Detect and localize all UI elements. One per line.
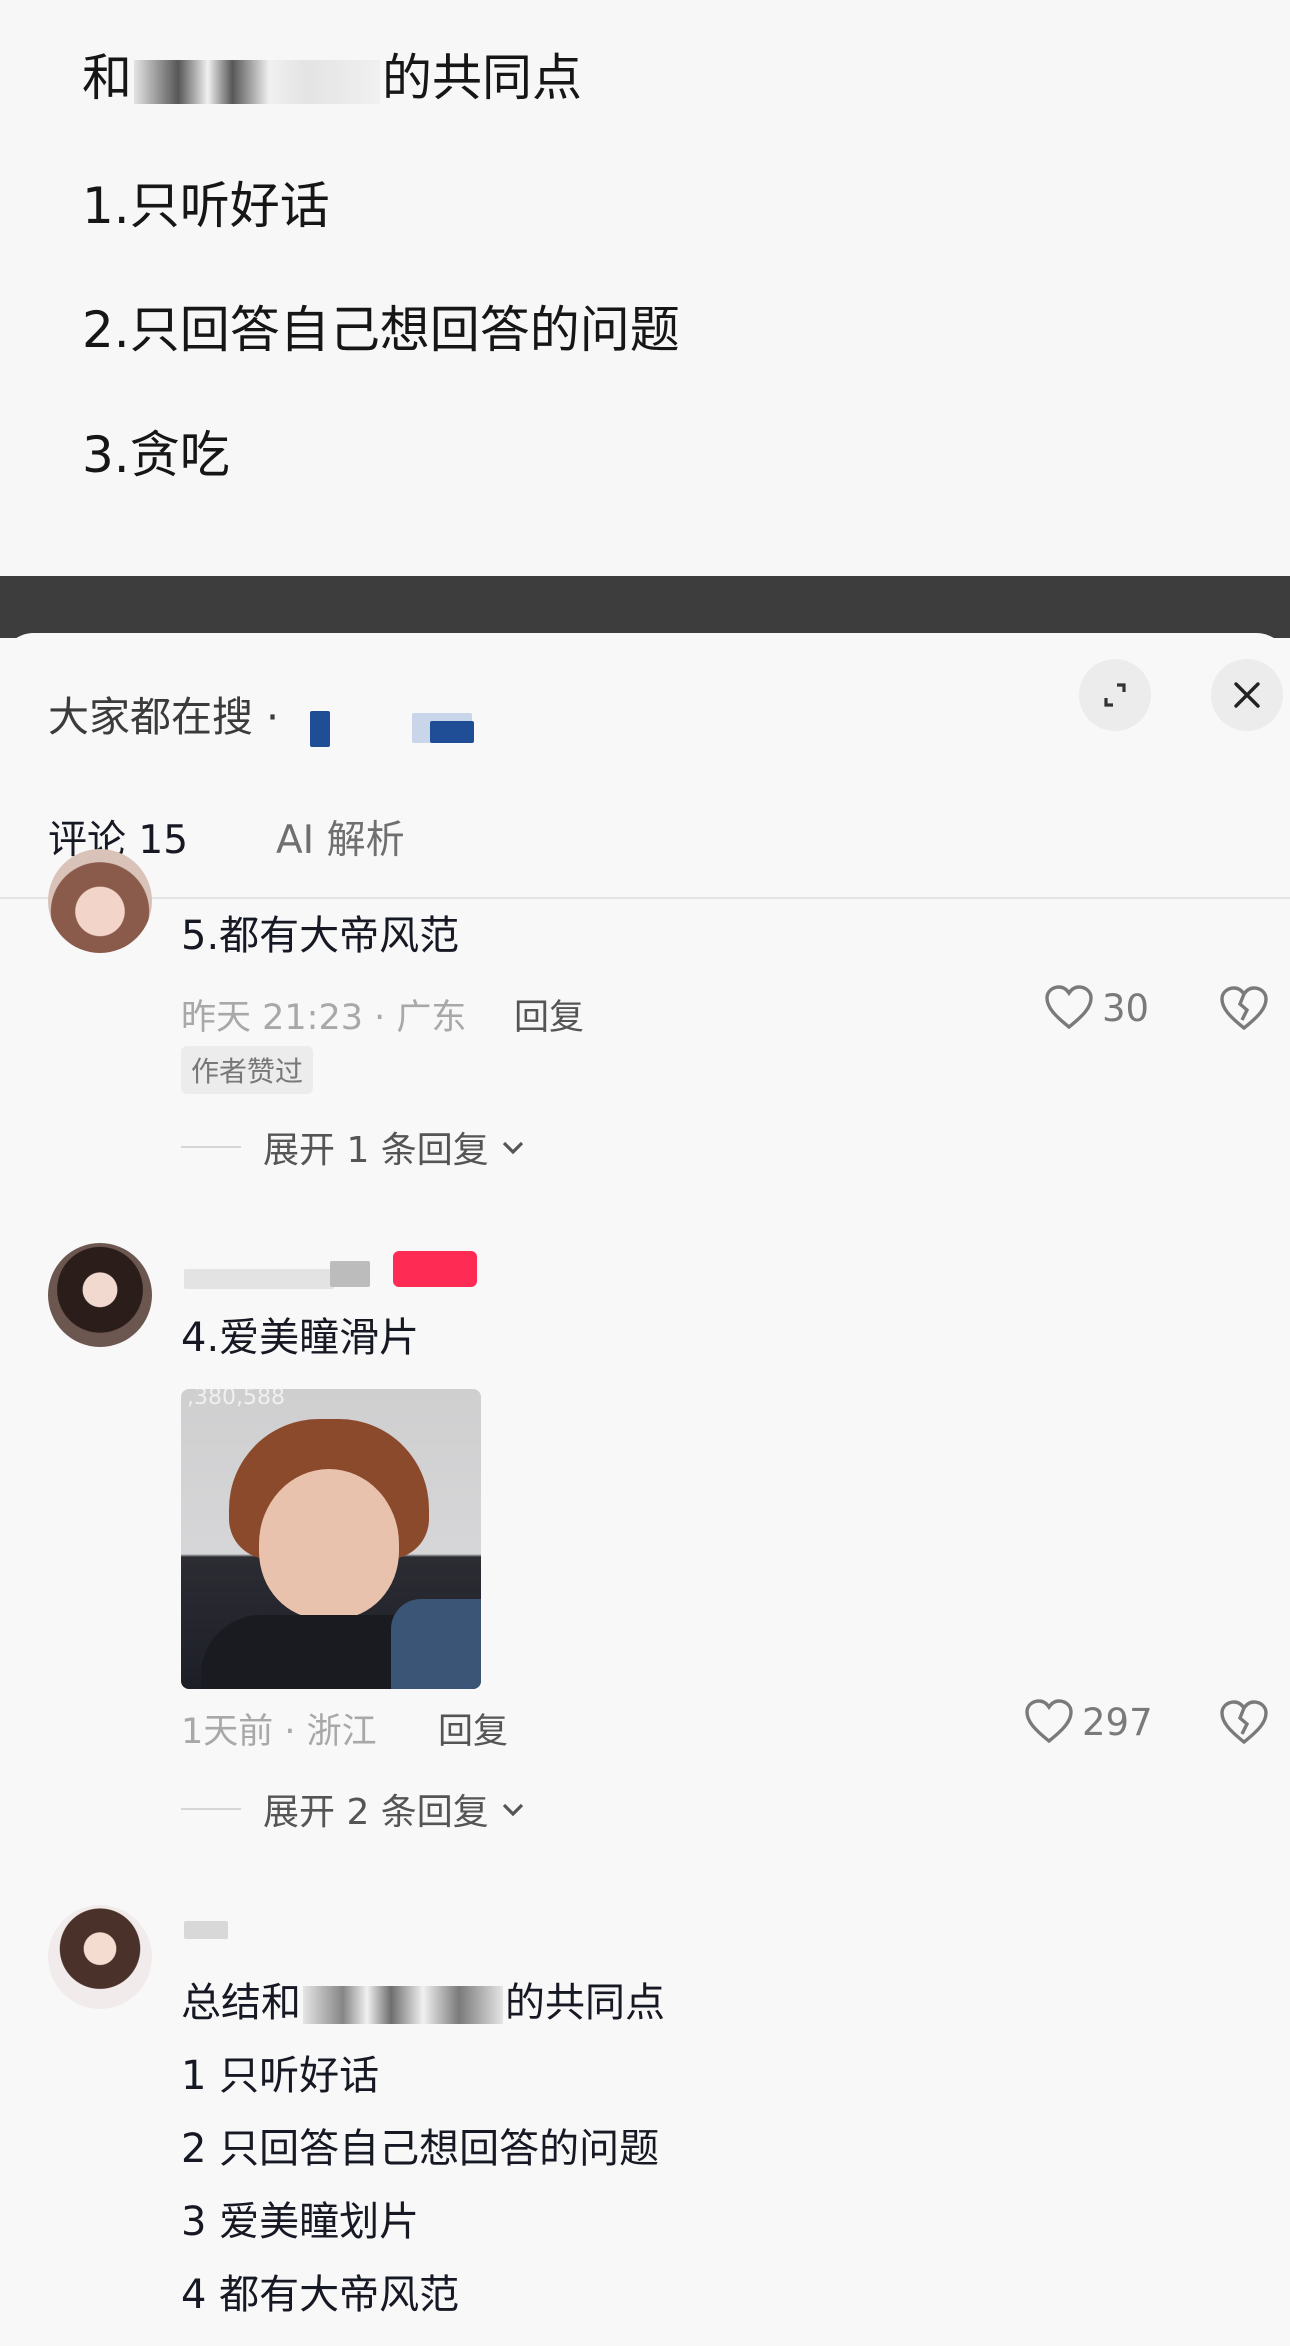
like-count: 297 xyxy=(1082,1700,1153,1744)
image-caption: ,380,588 xyxy=(187,1389,285,1410)
expand-replies[interactable]: 展开 2 条回复 xyxy=(181,1783,527,1835)
comment-text-line: 4 都有大帝风范 xyxy=(181,2272,460,2318)
redacted-username xyxy=(184,1269,334,1289)
like-count: 30 xyxy=(1102,986,1150,1030)
broken-heart-icon xyxy=(1220,1700,1268,1745)
author-liked-badge: 作者赞过 xyxy=(181,1046,314,1094)
user-badge xyxy=(393,1251,477,1287)
like-button[interactable]: 30 xyxy=(1044,985,1149,1031)
redacted-keyword xyxy=(310,711,330,747)
avatar[interactable] xyxy=(48,1905,152,2009)
dislike-button[interactable] xyxy=(1219,1700,1269,1750)
tab-divider xyxy=(0,897,1290,899)
close-button[interactable] xyxy=(1211,659,1283,731)
redacted-keyword xyxy=(430,721,474,743)
comment-meta: 1天前 · 浙江 xyxy=(181,1712,377,1752)
comment-text-line: 总结和 的共同点 xyxy=(181,1980,665,2026)
redacted-name xyxy=(134,59,380,104)
reply-button[interactable]: 回复 xyxy=(514,989,584,1040)
post-content: 和的共同点 1.只听好话 2.只回答自己想回答的问题 3.贪吃 xyxy=(0,0,1290,576)
broken-heart-icon xyxy=(1220,986,1268,1031)
chevron-down-icon xyxy=(502,1803,523,1817)
tab-ai-analysis[interactable]: AI 解析 xyxy=(276,809,405,865)
expand-replies-label: 展开 1 条回复 xyxy=(263,1130,489,1171)
redacted-name xyxy=(303,1986,503,2024)
post-line-2: 2.只回答自己想回答的问题 xyxy=(82,301,680,359)
reply-button[interactable]: 回复 xyxy=(438,1703,508,1754)
close-icon xyxy=(1234,682,1260,708)
like-button[interactable]: 297 xyxy=(1024,1699,1153,1745)
comment-sheet: 大家都在搜 · 评论 15 AI 解析 5.都有大帝风范 昨天 21:23 · … xyxy=(0,633,1290,2346)
comment-meta: 昨天 21:23 · 广东 xyxy=(181,998,467,1038)
comment-text-line: 2 只回答自己想回答的问题 xyxy=(181,2126,660,2172)
comment-text-line: 3 爱美瞳划片 xyxy=(181,2199,420,2245)
expand-replies[interactable]: 展开 1 条回复 xyxy=(181,1121,527,1173)
dislike-button[interactable] xyxy=(1219,986,1269,1036)
post-line-1: 1.只听好话 xyxy=(82,177,330,235)
post-line-3: 3.贪吃 xyxy=(82,426,230,484)
expand-replies-label: 展开 2 条回复 xyxy=(263,1792,489,1833)
redacted-username xyxy=(330,1261,370,1287)
comment-text-line: 1 只听好话 xyxy=(181,2053,380,2099)
face-shape xyxy=(259,1469,399,1619)
video-bottom-band xyxy=(0,576,1290,638)
chevron-down-icon xyxy=(502,1141,523,1155)
avatar[interactable] xyxy=(48,1243,152,1347)
comment-text: 5.都有大帝风范 xyxy=(181,913,460,959)
post-title: 和的共同点 xyxy=(82,49,582,107)
jacket-shape xyxy=(391,1599,481,1689)
heart-icon xyxy=(1025,1699,1073,1744)
redacted-username xyxy=(184,1921,228,1939)
heart-icon xyxy=(1045,985,1093,1030)
search-suggestion[interactable]: 大家都在搜 · xyxy=(48,683,279,743)
comment-text: 4.爱美瞳滑片 xyxy=(181,1315,420,1361)
divider-line xyxy=(181,1146,241,1148)
expand-icon xyxy=(1104,683,1126,707)
comment-image[interactable]: ,380,588 xyxy=(181,1389,481,1689)
avatar[interactable] xyxy=(48,849,152,953)
expand-button[interactable] xyxy=(1079,659,1151,731)
divider-line xyxy=(181,1808,241,1810)
